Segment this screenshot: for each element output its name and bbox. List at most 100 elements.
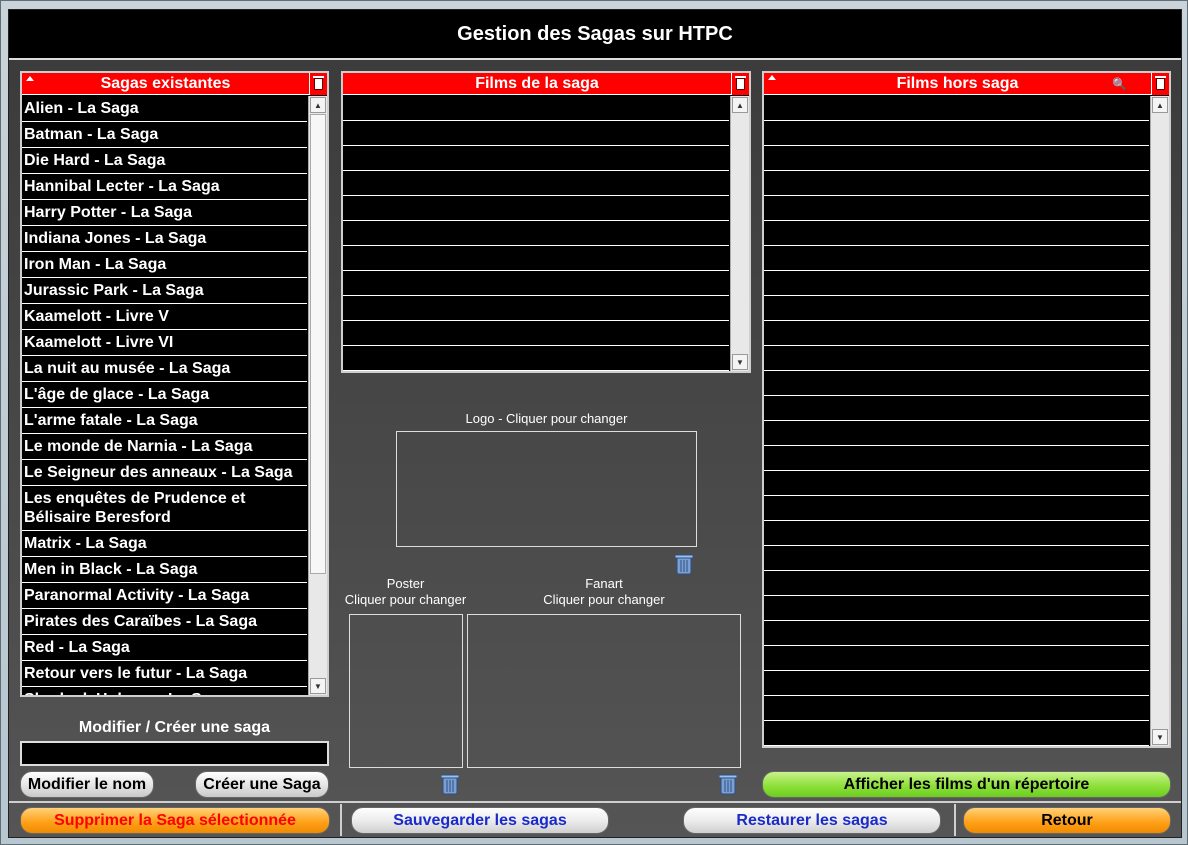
table-row[interactable]: [343, 146, 729, 171]
sagas-list-header[interactable]: Sagas existantes: [22, 73, 309, 95]
table-row[interactable]: [764, 621, 1149, 646]
films-saga-header[interactable]: Films de la saga: [343, 73, 731, 95]
scroll-down-icon[interactable]: ▼: [310, 678, 326, 694]
table-row[interactable]: [764, 646, 1149, 671]
table-row[interactable]: [764, 221, 1149, 246]
list-item[interactable]: Alien - La Saga: [22, 96, 307, 122]
films-saga-trash-icon[interactable]: [731, 73, 749, 95]
table-row[interactable]: [343, 321, 729, 346]
table-row[interactable]: [764, 296, 1149, 321]
list-item[interactable]: Matrix - La Saga: [22, 531, 307, 557]
list-item[interactable]: Men in Black - La Saga: [22, 557, 307, 583]
table-row[interactable]: [764, 396, 1149, 421]
poster-label-title: Poster: [386, 576, 425, 591]
list-item[interactable]: Pirates des Caraïbes - La Saga: [22, 609, 307, 635]
scroll-thumb[interactable]: [310, 114, 326, 574]
table-row[interactable]: [764, 596, 1149, 621]
scroll-up-icon[interactable]: ▲: [1152, 97, 1168, 113]
table-row[interactable]: [764, 421, 1149, 446]
table-row[interactable]: [343, 246, 729, 271]
save-sagas-button[interactable]: Sauvegarder les sagas: [351, 807, 609, 834]
list-item[interactable]: Harry Potter - La Saga: [22, 200, 307, 226]
list-item[interactable]: L'arme fatale - La Saga: [22, 408, 307, 434]
table-row[interactable]: [764, 521, 1149, 546]
back-button[interactable]: Retour: [963, 807, 1171, 834]
scroll-down-icon[interactable]: ▼: [1152, 729, 1168, 745]
table-row[interactable]: [764, 196, 1149, 221]
table-row[interactable]: [764, 246, 1149, 271]
restore-sagas-button[interactable]: Restaurer les sagas: [683, 807, 941, 834]
table-row[interactable]: [343, 221, 729, 246]
table-row[interactable]: [764, 496, 1149, 521]
list-item[interactable]: Kaamelott - Livre V: [22, 304, 307, 330]
bottom-bar-separator: [340, 804, 342, 836]
list-item[interactable]: Retour vers le futur - La Saga: [22, 661, 307, 687]
table-row[interactable]: [764, 446, 1149, 471]
magnifier-icon[interactable]: 🔍: [1112, 77, 1127, 91]
sagas-trash-icon[interactable]: [309, 73, 327, 95]
table-row[interactable]: [343, 271, 729, 296]
sagas-scrollbar[interactable]: ▲ ▼: [308, 96, 327, 695]
rename-saga-button[interactable]: Modifier le nom: [20, 771, 154, 798]
poster-trash-icon[interactable]: [441, 773, 459, 795]
table-row[interactable]: [764, 671, 1149, 696]
sort-arrow-icon: [26, 76, 34, 81]
list-item[interactable]: Le Seigneur des anneaux - La Saga: [22, 460, 307, 486]
delete-saga-button[interactable]: Supprimer la Saga sélectionnée: [20, 807, 330, 834]
bottom-bar-divider: [9, 801, 1181, 803]
poster-image-box[interactable]: [349, 614, 463, 768]
table-row[interactable]: [343, 96, 729, 121]
table-row[interactable]: [764, 471, 1149, 496]
list-item[interactable]: Red - La Saga: [22, 635, 307, 661]
table-row[interactable]: [764, 696, 1149, 721]
films-saga-header-label: Films de la saga: [475, 74, 599, 92]
table-row[interactable]: [343, 171, 729, 196]
list-item[interactable]: Indiana Jones - La Saga: [22, 226, 307, 252]
fanart-trash-icon[interactable]: [719, 773, 737, 795]
sort-arrow-icon: [768, 75, 776, 80]
logo-trash-icon[interactable]: [675, 553, 693, 575]
table-row[interactable]: [764, 371, 1149, 396]
list-item[interactable]: Sherlock Holmes - La Saga: [22, 687, 307, 695]
table-row[interactable]: [343, 346, 729, 371]
table-row[interactable]: [343, 121, 729, 146]
list-item[interactable]: La nuit au musée - La Saga: [22, 356, 307, 382]
list-item[interactable]: Le monde de Narnia - La Saga: [22, 434, 307, 460]
films-saga-scrollbar[interactable]: ▲ ▼: [730, 96, 749, 371]
scroll-up-icon[interactable]: ▲: [732, 97, 748, 113]
create-saga-button[interactable]: Créer une Saga: [195, 771, 329, 798]
list-item[interactable]: Kaamelott - Livre VI: [22, 330, 307, 356]
scroll-down-icon[interactable]: ▼: [732, 354, 748, 370]
list-item[interactable]: Die Hard - La Saga: [22, 148, 307, 174]
show-folder-films-button[interactable]: Afficher les films d'un répertoire: [762, 771, 1171, 798]
fanart-image-box[interactable]: [467, 614, 741, 768]
saga-name-input[interactable]: [20, 741, 329, 766]
list-item[interactable]: L'âge de glace - La Saga: [22, 382, 307, 408]
scroll-up-icon[interactable]: ▲: [310, 97, 326, 113]
table-row[interactable]: [764, 721, 1149, 746]
list-item[interactable]: Jurassic Park - La Saga: [22, 278, 307, 304]
films-hors-saga-list: [764, 96, 1149, 746]
table-row[interactable]: [764, 271, 1149, 296]
table-row[interactable]: [764, 121, 1149, 146]
sagas-list-panel: Sagas existantes Alien - La Saga Batman -…: [20, 71, 329, 697]
table-row[interactable]: [764, 96, 1149, 121]
logo-image-box[interactable]: [396, 431, 697, 547]
films-hors-scrollbar[interactable]: ▲ ▼: [1150, 96, 1169, 746]
table-row[interactable]: [343, 196, 729, 221]
table-row[interactable]: [764, 321, 1149, 346]
table-row[interactable]: [764, 571, 1149, 596]
films-hors-saga-header[interactable]: Films hors saga 🔍: [764, 73, 1151, 95]
films-saga-panel: Films de la saga ▲ ▼: [341, 71, 751, 373]
list-item[interactable]: Iron Man - La Saga: [22, 252, 307, 278]
table-row[interactable]: [764, 146, 1149, 171]
table-row[interactable]: [343, 296, 729, 321]
films-hors-trash-icon[interactable]: [1151, 73, 1169, 95]
list-item[interactable]: Les enquêtes de Prudence et Bélisaire Be…: [22, 486, 307, 531]
table-row[interactable]: [764, 346, 1149, 371]
list-item[interactable]: Paranormal Activity - La Saga: [22, 583, 307, 609]
list-item[interactable]: Batman - La Saga: [22, 122, 307, 148]
table-row[interactable]: [764, 171, 1149, 196]
list-item[interactable]: Hannibal Lecter - La Saga: [22, 174, 307, 200]
table-row[interactable]: [764, 546, 1149, 571]
